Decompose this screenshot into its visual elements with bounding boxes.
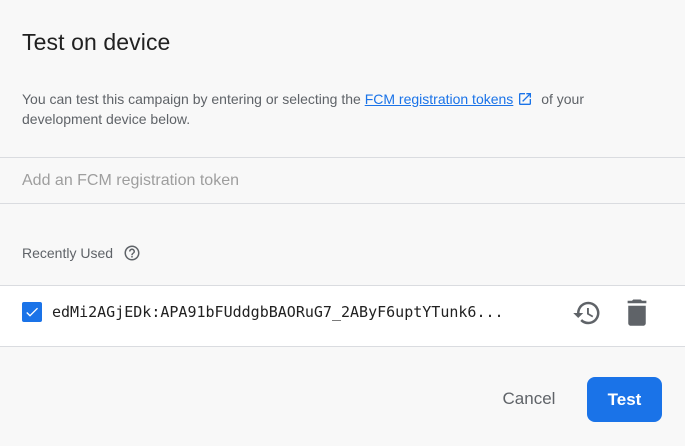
delete-icon[interactable] — [624, 297, 650, 327]
fcm-tokens-link[interactable]: FCM registration tokens — [365, 91, 514, 107]
description-text-start: You can test this campaign by entering o… — [22, 91, 365, 107]
recent-token-row[interactable]: edMi2AGjEDk:APA91bFUddgbBAORuG7_2AByF6up… — [0, 285, 685, 347]
token-checkbox[interactable] — [22, 302, 42, 322]
help-icon[interactable] — [123, 244, 141, 262]
history-icon[interactable] — [572, 298, 602, 328]
cancel-button[interactable]: Cancel — [484, 377, 574, 421]
dialog-description: You can test this campaign by entering o… — [22, 89, 642, 129]
recently-used-header: Recently Used — [22, 244, 141, 262]
token-value: edMi2AGjEDk:APA91bFUddgbBAORuG7_2AByF6up… — [52, 303, 504, 321]
checkmark-icon — [26, 307, 38, 317]
dialog-title: Test on device — [22, 29, 171, 55]
token-input-container — [0, 157, 685, 204]
test-on-device-dialog: Test on device You can test this campaig… — [0, 0, 685, 446]
recently-used-label: Recently Used — [22, 245, 114, 261]
external-link-icon[interactable] — [517, 91, 533, 107]
test-button[interactable]: Test — [587, 377, 662, 422]
dialog-footer: Cancel Test — [0, 347, 685, 446]
fcm-token-input[interactable] — [22, 168, 662, 194]
